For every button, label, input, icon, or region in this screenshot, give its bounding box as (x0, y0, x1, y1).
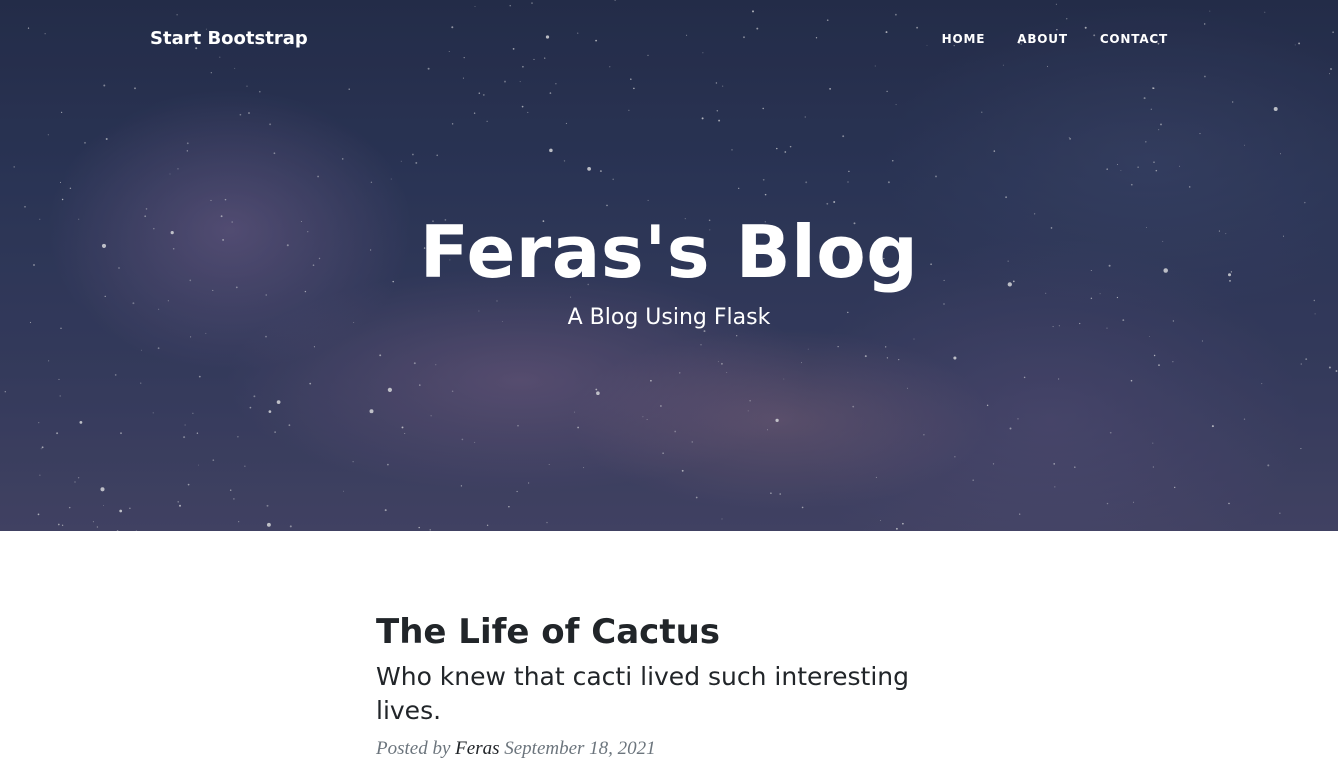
nav-item-home: HOME (926, 32, 1002, 46)
post-title-link[interactable]: The Life of Cactus (376, 610, 936, 654)
post-preview: The Life of Cactus Who knew that cacti l… (376, 610, 936, 762)
post-subtitle[interactable]: Who knew that cacti lived such interesti… (376, 660, 916, 728)
site-title: Feras's Blog (419, 210, 919, 294)
navbar-links: HOME ABOUT CONTACT (926, 32, 1168, 46)
navbar-brand[interactable]: Start Bootstrap (150, 28, 308, 49)
nav-link-contact[interactable]: CONTACT (1084, 32, 1168, 46)
nav-link-about[interactable]: ABOUT (1001, 32, 1084, 46)
nav-link-home[interactable]: HOME (926, 32, 1002, 46)
site-subtitle: A Blog Using Flask (567, 305, 771, 330)
hero-header: Start Bootstrap HOME ABOUT CONTACT Feras… (0, 0, 1338, 531)
nav-item-about: ABOUT (1001, 32, 1084, 46)
posted-by-label: Posted by (376, 738, 451, 759)
post-author-link[interactable]: Feras (455, 738, 499, 759)
post-date: September 18, 2021 (504, 738, 656, 759)
site-heading: Feras's Blog A Blog Using Flask (0, 205, 1338, 333)
post-meta: Posted by Feras September 18, 2021 (376, 736, 936, 762)
nav-item-contact: CONTACT (1084, 32, 1168, 46)
